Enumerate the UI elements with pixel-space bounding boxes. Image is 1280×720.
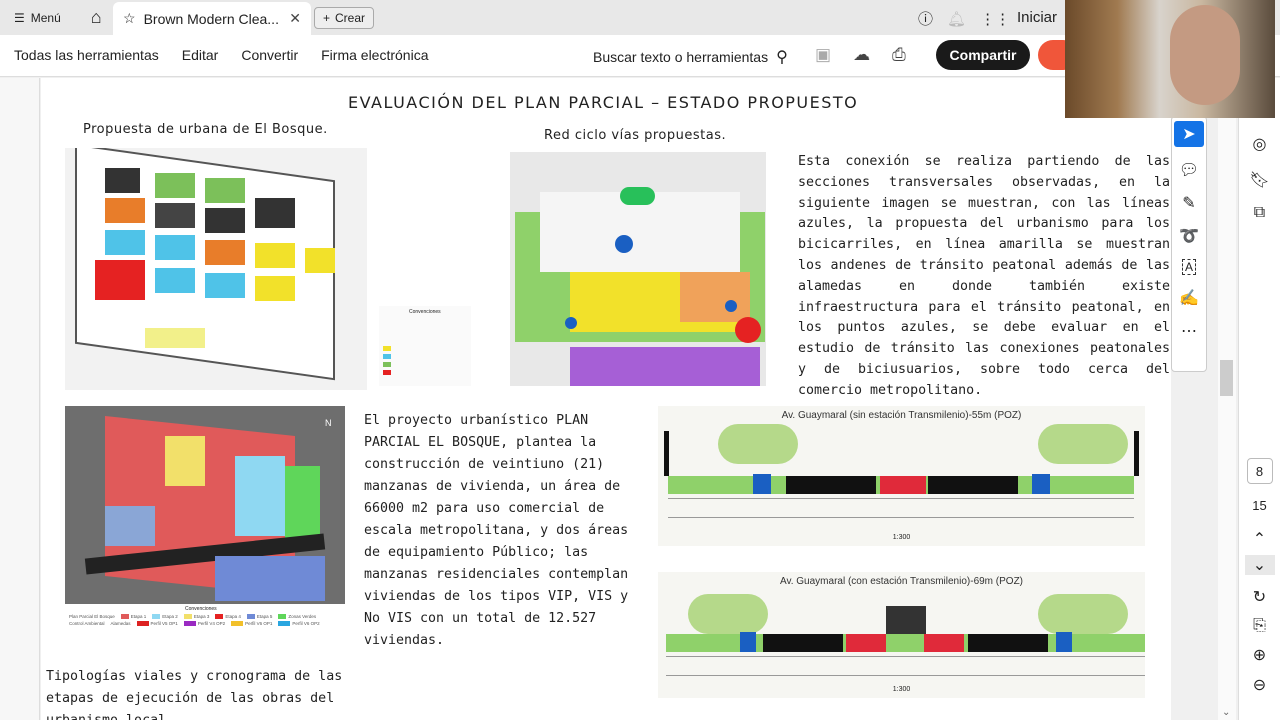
close-tab-icon[interactable]: ✕	[289, 10, 301, 27]
create-label: Crear	[335, 11, 366, 25]
bell-icon[interactable]: 🔔︎	[947, 10, 966, 28]
more-tools-icon[interactable]: ⋯	[1181, 321, 1197, 341]
save-icon[interactable]: ▣	[815, 45, 831, 65]
scroll-down-icon[interactable]: ⌄	[1222, 707, 1230, 718]
legend-item: Perfil V5 OP1	[136, 621, 178, 626]
legend-item: Zonas Verdes	[278, 614, 316, 619]
search-icon: ⚲	[776, 49, 788, 66]
text-box-icon[interactable]: A	[1181, 259, 1196, 275]
upload-cloud-icon[interactable]: ☁	[853, 45, 870, 65]
page-title: EVALUACIÓN DEL PLAN PARCIAL – ESTADO PRO…	[348, 93, 859, 112]
hamburger-icon: ☰	[14, 10, 25, 25]
tool-edit[interactable]: Editar	[182, 47, 219, 63]
plus-icon: +	[323, 11, 331, 25]
pdf-page: EVALUACIÓN DEL PLAN PARCIAL – ESTADO PRO…	[41, 78, 1171, 720]
scrollbar-thumb[interactable]	[1220, 360, 1233, 396]
home-icon[interactable]: ⌂	[91, 7, 102, 28]
menu-label: Menú	[30, 10, 61, 25]
tab-title: Brown Modern Clea...	[143, 10, 279, 27]
paragraph-bike-network: Esta conexión se realiza partiendo de la…	[798, 154, 1170, 398]
bike-network-image	[510, 152, 766, 386]
urban-legend-title: Convenciones	[409, 309, 441, 315]
urban-proposal-image	[65, 148, 367, 390]
legend-item: Etapa 5	[246, 614, 272, 619]
caption-urban: Propuesta de urbana de El Bosque.	[83, 122, 328, 137]
vertical-scrollbar[interactable]: ⌄	[1218, 78, 1236, 720]
previous-page-icon[interactable]: ⌃	[1253, 529, 1266, 549]
paragraph-project: El proyecto urbanístico PLAN PARCIAL EL …	[364, 413, 629, 648]
caption-bike: Red ciclo vías propuestas.	[544, 128, 727, 143]
street-section-2-image: Av. Guaymaral (con estación Transmilenio…	[658, 572, 1145, 698]
legend-item: Perfil V6 OP1	[231, 621, 272, 626]
zoom-in-icon[interactable]: ⊕	[1253, 645, 1266, 665]
site-plan-map-image: N Convenciones Plan Parcial El Bosque Eta…	[65, 406, 345, 661]
print-icon[interactable]: ⎙	[892, 45, 906, 65]
search-tools[interactable]: Buscar texto o herramientas ⚲	[593, 47, 788, 67]
annotation-toolbar: ➤ 💬︎ ✎ ➰ A ✍ ⋯	[1171, 116, 1207, 372]
star-icon[interactable]: ☆	[123, 10, 136, 27]
left-gutter	[0, 78, 40, 720]
webcam-overlay	[1065, 0, 1275, 118]
rotate-icon[interactable]: ↻	[1253, 587, 1266, 607]
search-label: Buscar texto o herramientas	[593, 49, 769, 65]
comments-panel-icon[interactable]: ◎	[1253, 134, 1267, 154]
document-tab[interactable]: ☆ Brown Modern Clea... ✕	[113, 2, 311, 35]
fit-page-icon[interactable]: ⎘	[1253, 617, 1266, 635]
help-icon[interactable]: ⓘ	[918, 8, 933, 29]
sign-in-link[interactable]: Iniciar	[1017, 9, 1057, 26]
tool-all-tools[interactable]: Todas las herramientas	[14, 47, 159, 63]
tool-convert[interactable]: Convertir	[241, 47, 298, 63]
create-button[interactable]: + Crear	[314, 7, 375, 29]
pages-icon[interactable]: ⧉	[1254, 204, 1265, 222]
apps-grid-icon[interactable]: ⋮⋮	[980, 10, 1010, 28]
next-page-icon[interactable]: ⌄	[1244, 555, 1275, 575]
legend-item: Perfil V4 OP2	[183, 621, 225, 626]
caption-road-typologies: Tipologías viales y cronograma de las et…	[46, 669, 343, 720]
sign-icon[interactable]: ✍	[1179, 288, 1199, 308]
comment-icon[interactable]: 💬︎	[1179, 160, 1199, 180]
legend-item: Etapa 4	[215, 614, 241, 619]
legend-item: Plan Parcial El Bosque	[69, 614, 115, 619]
menu-button[interactable]: ☰ Menú	[14, 11, 61, 25]
legend-item: Etapa 1	[120, 614, 146, 619]
urban-legend-image: Convenciones	[379, 306, 471, 386]
bookmarks-icon[interactable]: 🔖︎	[1249, 170, 1269, 190]
section-1-scale: 1:300	[892, 534, 911, 541]
legend-item: Etapa 3	[183, 614, 209, 619]
street-section-1-image: Av. Guaymaral (sin estación Transmilenio…	[658, 406, 1145, 546]
total-pages: 15	[1252, 498, 1267, 513]
map-legend-title: Convenciones	[185, 606, 217, 612]
tool-esign[interactable]: Firma electrónica	[321, 47, 428, 63]
legend-item: Alamedas	[110, 621, 131, 626]
section-2-title: Av. Guaymaral (con estación Transmilenio…	[779, 576, 1024, 587]
select-cursor-icon[interactable]: ➤	[1174, 121, 1204, 147]
highlight-pen-icon[interactable]: ✎	[1182, 193, 1195, 213]
page-number-input[interactable]: 8	[1246, 458, 1273, 484]
section-2-scale: 1:300	[892, 686, 911, 693]
legend-item: Etapa 2	[152, 614, 178, 619]
zoom-out-icon[interactable]: ⊖	[1253, 675, 1266, 695]
draw-freehand-icon[interactable]: ➰	[1179, 226, 1199, 246]
legend-item: Perfil V6 OP2	[278, 621, 320, 626]
right-rail: ◎ 🔖︎ ⧉ 8 15 ⌃ ⌄ ↻ ⎘ ⊕ ⊖	[1238, 78, 1280, 720]
presenter-face	[1170, 5, 1240, 105]
legend-item: Control Ambiental	[69, 621, 105, 626]
share-button[interactable]: Compartir	[936, 40, 1030, 70]
section-1-title: Av. Guaymaral (sin estación Transmilenio…	[781, 410, 1022, 421]
